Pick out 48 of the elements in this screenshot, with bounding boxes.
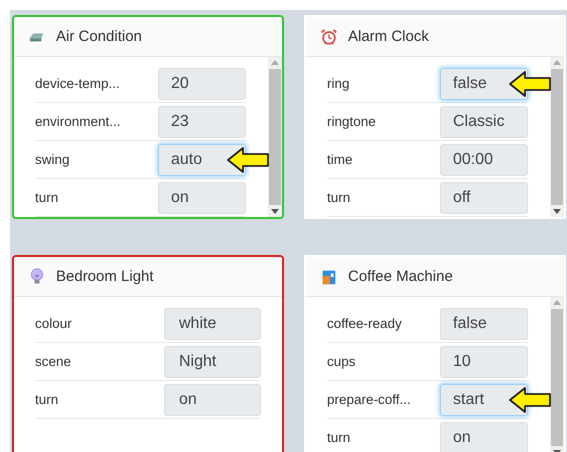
value-field[interactable]: off [440,182,528,214]
property-label: colour [35,316,72,331]
value-field[interactable]: Night [164,346,261,378]
property-label: turn [327,190,350,205]
property-label: environment... [35,114,121,129]
card-title: Bedroom Light [56,268,154,285]
card-title: Alarm Clock [348,28,429,45]
value-field[interactable]: 20 [158,68,246,100]
card-title: Coffee Machine [348,268,453,285]
property-label: turn [35,392,58,407]
property-label: time [327,152,353,167]
scrollbar[interactable] [550,297,564,452]
value-field[interactable]: 00:00 [440,144,528,176]
arrow-pointer [508,68,552,98]
scrollbar[interactable] [550,57,564,217]
property-label: cups [327,354,356,369]
coffee-machine-icon [320,268,338,286]
value-field[interactable]: 23 [158,106,246,138]
scroll-up-icon[interactable] [271,60,279,65]
property-label: scene [35,354,72,369]
value-field[interactable]: on [440,422,528,452]
value-field[interactable]: 10 [440,346,528,378]
value-field[interactable]: start [440,384,528,416]
arrow-pointer [508,384,552,414]
card-title: Air Condition [56,28,142,45]
property-label: turn [35,190,58,205]
value-field[interactable]: white [164,308,261,340]
property-label: device-temp... [35,76,120,91]
light-bulb-icon [28,268,46,286]
scroll-down-icon[interactable] [553,209,561,214]
alarm-clock-icon [320,28,338,46]
value-field[interactable]: false [440,308,528,340]
value-field[interactable]: on [158,182,246,214]
scroll-down-icon[interactable] [271,209,279,214]
value-field[interactable]: Classic [440,106,528,138]
value-field[interactable]: auto [158,144,246,176]
value-field[interactable]: on [164,384,261,416]
scroll-up-icon[interactable] [553,300,561,305]
property-label: coffee-ready [327,316,402,331]
arrow-pointer [226,144,270,174]
property-label: turn [327,430,350,445]
property-label: prepare-coff... [327,392,411,407]
value-field[interactable]: false [440,68,528,100]
scroll-up-icon[interactable] [553,60,561,65]
property-label: ringtone [327,114,376,129]
property-label: swing [35,152,70,167]
scrollbar[interactable] [268,57,282,217]
property-label: ring [327,76,350,91]
